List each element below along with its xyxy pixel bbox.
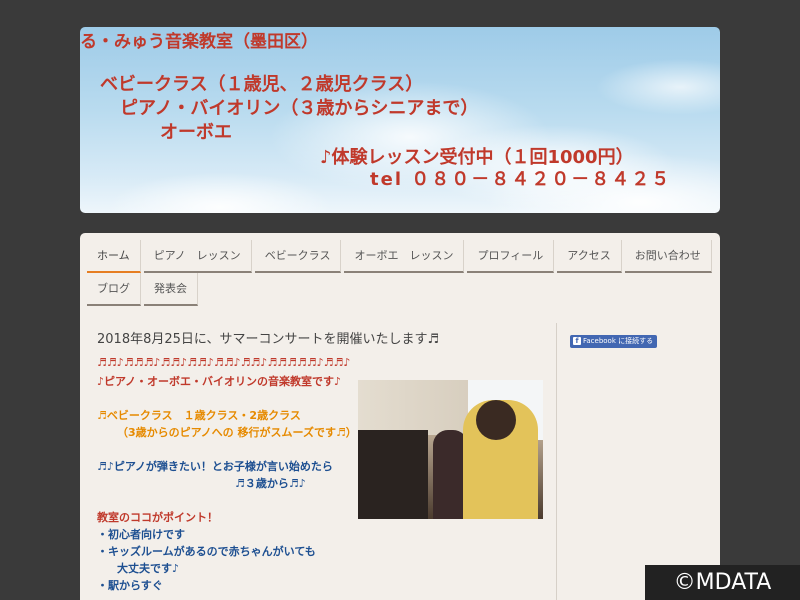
- facebook-connect-button[interactable]: f Facebook に接続する: [570, 335, 658, 348]
- facebook-icon: f: [573, 337, 581, 345]
- lesson-photo: [358, 380, 543, 519]
- main-nav: ホーム ピアノ レッスン ベビークラス オーボエ レッスン プロフィール アクセ…: [87, 240, 712, 306]
- music-notes-divider: ♬♬♪♬♬♬♪♬♬♪♬♬♪♬♬♪♬♬♪♬♬♬♬♬♪♬♬♪: [97, 356, 351, 369]
- header-banner: る・みゅう音楽教室（墨田区） ベビークラス（１歳児、２歳児クラス） ピアノ・バイ…: [80, 27, 720, 213]
- nav-row-1: ホーム ピアノ レッスン ベビークラス オーボエ レッスン プロフィール アクセ…: [87, 240, 712, 273]
- sidebar-divider: [556, 323, 557, 600]
- nav-row-2: ブログ 発表会: [87, 273, 707, 306]
- nav-item-contact[interactable]: お問い合わせ: [624, 240, 712, 273]
- header-oboe: オーボエ: [160, 122, 232, 143]
- nav-item-baby-class[interactable]: ベビークラス: [254, 240, 342, 273]
- photo-piano: [358, 430, 428, 519]
- main-container: ホーム ピアノ レッスン ベビークラス オーボエ レッスン プロフィール アクセ…: [80, 233, 720, 600]
- site-title[interactable]: る・みゅう音楽教室（墨田区）: [80, 27, 318, 52]
- nav-item-recital[interactable]: 発表会: [144, 273, 198, 306]
- header-phone: tel ０８０－８４２０－８４２５: [370, 169, 672, 190]
- point-kids-room: ・キッズルームがあるので赤ちゃんがいても: [97, 545, 316, 558]
- page: る・みゅう音楽教室（墨田区） ベビークラス（１歳児、２歳児クラス） ピアノ・バイ…: [0, 0, 800, 600]
- header-baby-class: ベビークラス（１歳児、２歳児クラス）: [100, 74, 424, 95]
- point-station: ・駅からすぐ: [97, 579, 163, 592]
- nav-item-piano-lesson[interactable]: ピアノ レッスン: [143, 240, 252, 273]
- copyright-watermark: ©MDATA: [645, 565, 800, 600]
- header-piano-violin: ピアノ・バイオリン（３歳からシニアまで）: [120, 98, 479, 119]
- photo-child-head: [476, 400, 516, 440]
- nav-item-home[interactable]: ホーム: [87, 240, 141, 273]
- nav-item-profile[interactable]: プロフィール: [467, 240, 555, 273]
- nav-item-access[interactable]: アクセス: [557, 240, 622, 273]
- point-kids-room-cont: 大丈夫です♪: [117, 562, 180, 575]
- point-beginners: ・初心者向けです: [97, 528, 185, 541]
- facebook-connect-label: Facebook に接続する: [583, 337, 654, 345]
- nav-item-oboe-lesson[interactable]: オーボエ レッスン: [344, 240, 465, 273]
- post-content: 2018年8月25日に、サマーコンサートを開催いたします♬ ♬♬♪♬♬♬♪♬♬♪…: [97, 328, 543, 594]
- post-title: 2018年8月25日に、サマーコンサートを開催いたします♬: [97, 332, 440, 347]
- nav-item-blog[interactable]: ブログ: [87, 273, 141, 306]
